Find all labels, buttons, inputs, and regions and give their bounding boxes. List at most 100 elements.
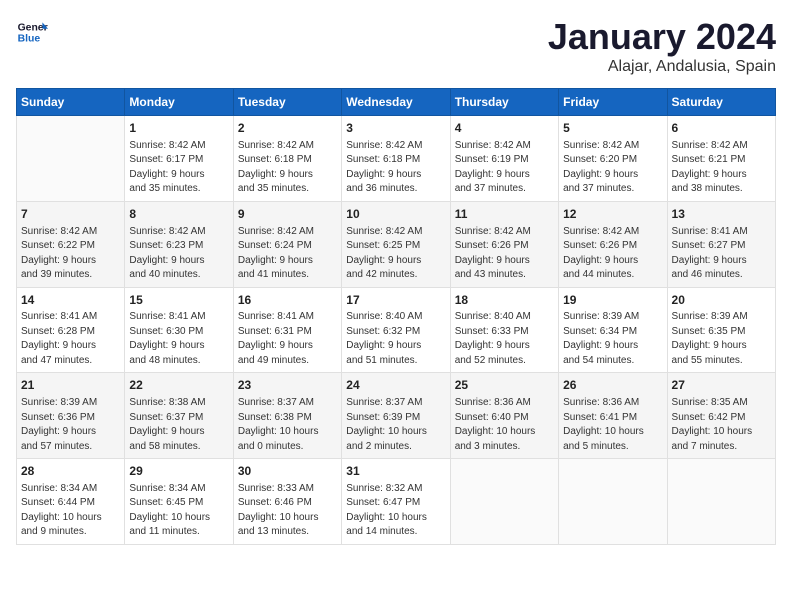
day-number: 31 <box>346 463 445 480</box>
day-number: 13 <box>672 206 771 223</box>
day-number: 3 <box>346 120 445 137</box>
day-content: Sunrise: 8:34 AM Sunset: 6:44 PM Dayligh… <box>21 482 120 540</box>
day-number: 2 <box>238 120 337 137</box>
calendar-cell: 3 Sunrise: 8:42 AM Sunset: 6:18 PM Daylig… <box>342 116 450 202</box>
month-title: January 2024 <box>548 16 776 58</box>
day-content: Sunrise: 8:42 AM Sunset: 6:18 PM Dayligh… <box>238 139 337 197</box>
day-content: Sunrise: 8:33 AM Sunset: 6:46 PM Dayligh… <box>238 482 337 540</box>
day-content: Sunrise: 8:41 AM Sunset: 6:27 PM Dayligh… <box>672 225 771 283</box>
day-number: 15 <box>129 292 228 309</box>
day-number: 25 <box>455 377 554 394</box>
day-content: Sunrise: 8:41 AM Sunset: 6:28 PM Dayligh… <box>21 310 120 368</box>
weekday-header-saturday: Saturday <box>667 89 775 116</box>
calendar-cell: 29 Sunrise: 8:34 AM Sunset: 6:45 PM Dayli… <box>125 459 233 545</box>
calendar-cell: 24Sunrise: 8:37 AM Sunset: 6:39 PM Dayli… <box>342 373 450 459</box>
day-content: Sunrise: 8:42 AM Sunset: 6:26 PM Dayligh… <box>563 225 662 283</box>
calendar-cell <box>17 116 125 202</box>
day-content: Sunrise: 8:42 AM Sunset: 6:17 PM Dayligh… <box>129 139 228 197</box>
day-content: Sunrise: 8:42 AM Sunset: 6:22 PM Dayligh… <box>21 225 120 283</box>
svg-text:Blue: Blue <box>18 34 41 45</box>
calendar-cell: 4Sunrise: 8:42 AM Sunset: 6:19 PM Daylig… <box>450 116 558 202</box>
calendar-cell: 26 Sunrise: 8:36 AM Sunset: 6:41 PM Dayli… <box>559 373 667 459</box>
weekday-header-sunday: Sunday <box>17 89 125 116</box>
day-number: 26 <box>563 377 662 394</box>
day-content: Sunrise: 8:36 AM Sunset: 6:41 PM Dayligh… <box>563 396 662 454</box>
calendar-cell: 1 Sunrise: 8:42 AM Sunset: 6:17 PM Daylig… <box>125 116 233 202</box>
calendar-cell: 31 Sunrise: 8:32 AM Sunset: 6:47 PM Dayli… <box>342 459 450 545</box>
calendar-cell: 9 Sunrise: 8:42 AM Sunset: 6:24 PM Daylig… <box>233 201 341 287</box>
day-content: Sunrise: 8:41 AM Sunset: 6:31 PM Dayligh… <box>238 310 337 368</box>
calendar-cell: 12 Sunrise: 8:42 AM Sunset: 6:26 PM Dayli… <box>559 201 667 287</box>
day-content: Sunrise: 8:42 AM Sunset: 6:19 PM Dayligh… <box>455 139 554 197</box>
day-number: 14 <box>21 292 120 309</box>
header: General Blue January 2024 Alajar, Andalu… <box>16 16 776 76</box>
calendar-table: SundayMondayTuesdayWednesdayThursdayFrid… <box>16 88 776 545</box>
day-content: Sunrise: 8:41 AM Sunset: 6:30 PM Dayligh… <box>129 310 228 368</box>
day-content: Sunrise: 8:42 AM Sunset: 6:24 PM Dayligh… <box>238 225 337 283</box>
calendar-cell: 28 Sunrise: 8:34 AM Sunset: 6:44 PM Dayli… <box>17 459 125 545</box>
day-number: 7 <box>21 206 120 223</box>
weekday-header-thursday: Thursday <box>450 89 558 116</box>
day-content: Sunrise: 8:42 AM Sunset: 6:21 PM Dayligh… <box>672 139 771 197</box>
calendar-cell: 25Sunrise: 8:36 AM Sunset: 6:40 PM Dayli… <box>450 373 558 459</box>
day-content: Sunrise: 8:42 AM Sunset: 6:18 PM Dayligh… <box>346 139 445 197</box>
day-content: Sunrise: 8:34 AM Sunset: 6:45 PM Dayligh… <box>129 482 228 540</box>
day-content: Sunrise: 8:42 AM Sunset: 6:20 PM Dayligh… <box>563 139 662 197</box>
calendar-cell: 15Sunrise: 8:41 AM Sunset: 6:30 PM Dayli… <box>125 287 233 373</box>
day-number: 23 <box>238 377 337 394</box>
day-number: 6 <box>672 120 771 137</box>
day-content: Sunrise: 8:37 AM Sunset: 6:39 PM Dayligh… <box>346 396 445 454</box>
day-content: Sunrise: 8:42 AM Sunset: 6:26 PM Dayligh… <box>455 225 554 283</box>
calendar-cell: 18Sunrise: 8:40 AM Sunset: 6:33 PM Dayli… <box>450 287 558 373</box>
calendar-cell: 7 Sunrise: 8:42 AM Sunset: 6:22 PM Daylig… <box>17 201 125 287</box>
calendar-cell <box>667 459 775 545</box>
day-number: 29 <box>129 463 228 480</box>
day-number: 8 <box>129 206 228 223</box>
day-number: 1 <box>129 120 228 137</box>
day-number: 18 <box>455 292 554 309</box>
day-number: 21 <box>21 377 120 394</box>
day-content: Sunrise: 8:39 AM Sunset: 6:35 PM Dayligh… <box>672 310 771 368</box>
week-row-4: 21 Sunrise: 8:39 AM Sunset: 6:36 PM Dayli… <box>17 373 776 459</box>
day-number: 16 <box>238 292 337 309</box>
day-number: 11 <box>455 206 554 223</box>
calendar-cell: 11 Sunrise: 8:42 AM Sunset: 6:26 PM Dayli… <box>450 201 558 287</box>
week-row-3: 14Sunrise: 8:41 AM Sunset: 6:28 PM Dayli… <box>17 287 776 373</box>
calendar-cell: 22Sunrise: 8:38 AM Sunset: 6:37 PM Dayli… <box>125 373 233 459</box>
day-content: Sunrise: 8:42 AM Sunset: 6:23 PM Dayligh… <box>129 225 228 283</box>
calendar-cell: 17Sunrise: 8:40 AM Sunset: 6:32 PM Dayli… <box>342 287 450 373</box>
day-number: 28 <box>21 463 120 480</box>
day-number: 17 <box>346 292 445 309</box>
day-content: Sunrise: 8:40 AM Sunset: 6:33 PM Dayligh… <box>455 310 554 368</box>
week-row-5: 28 Sunrise: 8:34 AM Sunset: 6:44 PM Dayli… <box>17 459 776 545</box>
day-content: Sunrise: 8:40 AM Sunset: 6:32 PM Dayligh… <box>346 310 445 368</box>
day-number: 10 <box>346 206 445 223</box>
day-content: Sunrise: 8:39 AM Sunset: 6:34 PM Dayligh… <box>563 310 662 368</box>
location-title: Alajar, Andalusia, Spain <box>548 58 776 76</box>
day-number: 30 <box>238 463 337 480</box>
day-number: 22 <box>129 377 228 394</box>
day-content: Sunrise: 8:42 AM Sunset: 6:25 PM Dayligh… <box>346 225 445 283</box>
weekday-header-wednesday: Wednesday <box>342 89 450 116</box>
calendar-cell: 30 Sunrise: 8:33 AM Sunset: 6:46 PM Dayli… <box>233 459 341 545</box>
week-row-2: 7 Sunrise: 8:42 AM Sunset: 6:22 PM Daylig… <box>17 201 776 287</box>
calendar-cell: 5 Sunrise: 8:42 AM Sunset: 6:20 PM Daylig… <box>559 116 667 202</box>
calendar-cell: 6 Sunrise: 8:42 AM Sunset: 6:21 PM Daylig… <box>667 116 775 202</box>
calendar-cell: 16Sunrise: 8:41 AM Sunset: 6:31 PM Dayli… <box>233 287 341 373</box>
day-number: 27 <box>672 377 771 394</box>
title-area: January 2024 Alajar, Andalusia, Spain <box>548 16 776 76</box>
day-content: Sunrise: 8:32 AM Sunset: 6:47 PM Dayligh… <box>346 482 445 540</box>
day-number: 12 <box>563 206 662 223</box>
day-content: Sunrise: 8:35 AM Sunset: 6:42 PM Dayligh… <box>672 396 771 454</box>
calendar-cell: 10 Sunrise: 8:42 AM Sunset: 6:25 PM Dayli… <box>342 201 450 287</box>
calendar-cell: 14Sunrise: 8:41 AM Sunset: 6:28 PM Dayli… <box>17 287 125 373</box>
day-content: Sunrise: 8:39 AM Sunset: 6:36 PM Dayligh… <box>21 396 120 454</box>
calendar-cell: 2 Sunrise: 8:42 AM Sunset: 6:18 PM Daylig… <box>233 116 341 202</box>
day-number: 5 <box>563 120 662 137</box>
logo-icon: General Blue <box>16 16 48 48</box>
calendar-cell <box>450 459 558 545</box>
weekday-header-monday: Monday <box>125 89 233 116</box>
day-number: 9 <box>238 206 337 223</box>
logo: General Blue <box>16 16 48 48</box>
calendar-cell: 21 Sunrise: 8:39 AM Sunset: 6:36 PM Dayli… <box>17 373 125 459</box>
